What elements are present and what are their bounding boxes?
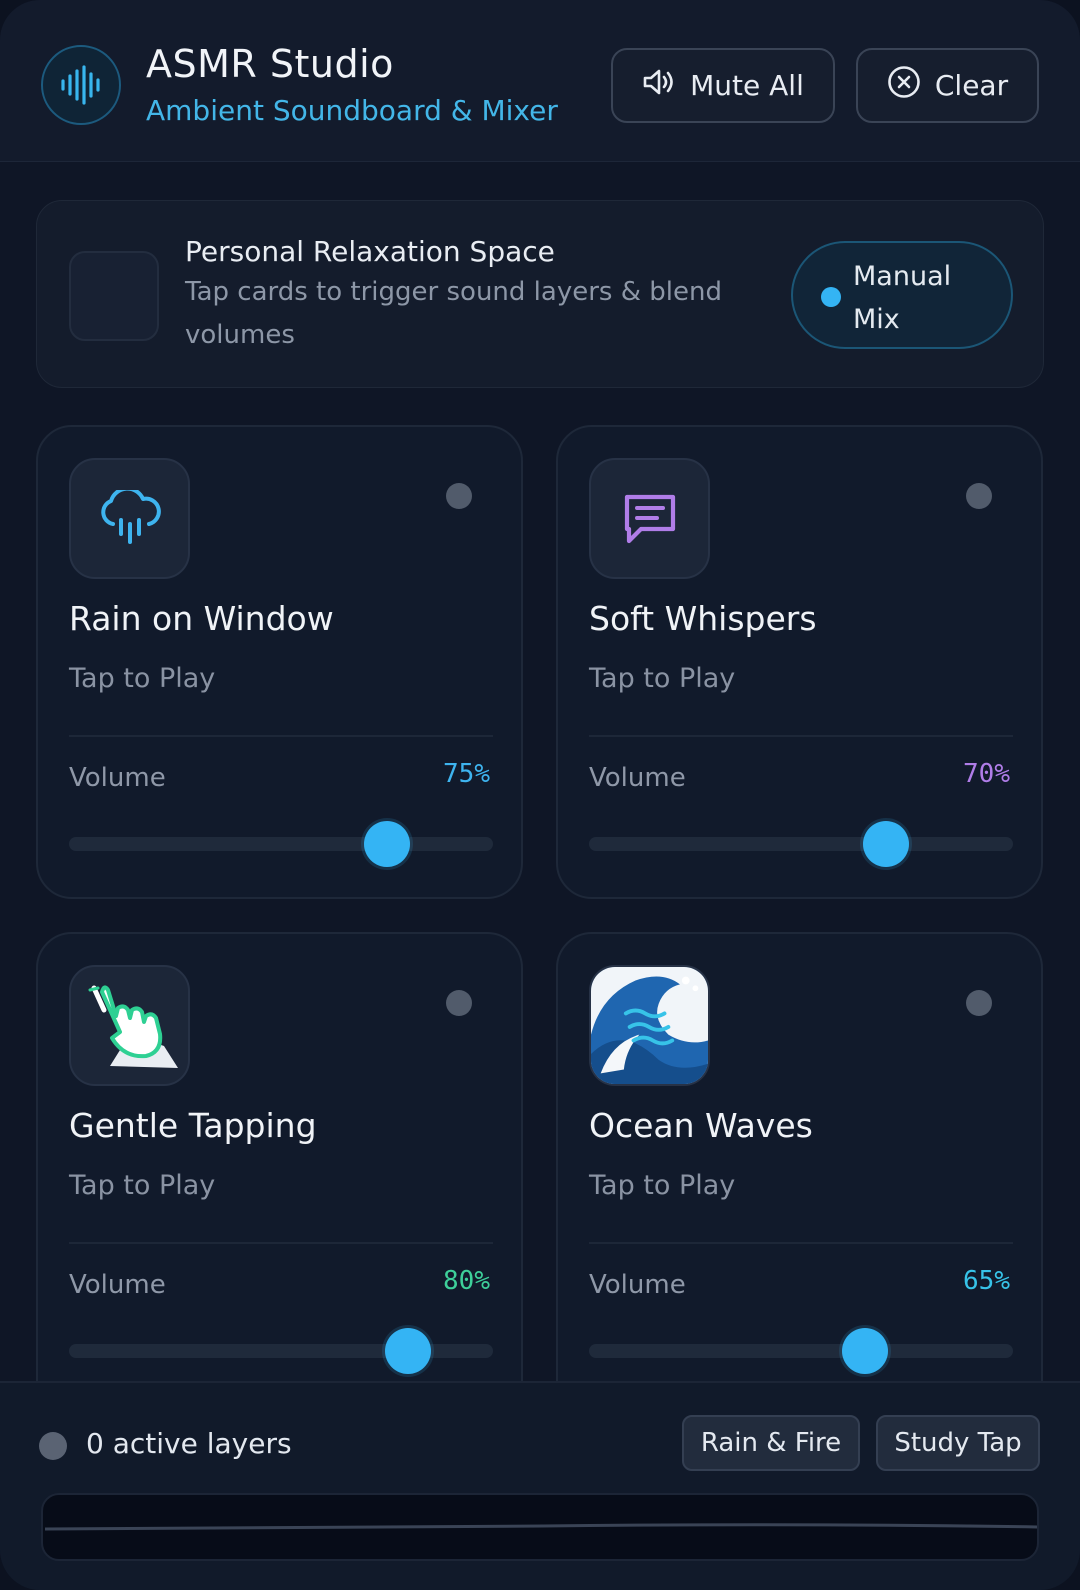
mute-all-label: Mute All (690, 69, 804, 102)
tapping-hand-icon (69, 965, 190, 1086)
volume-slider[interactable] (589, 1328, 1013, 1374)
speaker-icon (642, 67, 676, 104)
volume-label: Volume (69, 763, 166, 793)
sound-wave-icon (41, 45, 121, 125)
clear-button[interactable]: Clear (856, 48, 1039, 123)
sound-card-tapping[interactable]: Gentle Tapping Tap to Play Volume 80% (36, 932, 523, 1452)
volume-slider[interactable] (589, 821, 1013, 867)
status-dot (966, 990, 992, 1016)
volume-slider[interactable] (69, 821, 493, 867)
waveform-line (44, 1523, 1037, 1531)
preset-button-study-tap[interactable]: Study Tap (876, 1415, 1040, 1471)
card-state: Tap to Play (69, 1170, 216, 1201)
volume-label: Volume (589, 763, 686, 793)
app-header: ASMR Studio Ambient Soundboard & Mixer M… (0, 0, 1080, 162)
mixer-footer: 0 active layers Rain & Fire Study Tap (0, 1381, 1080, 1590)
rain-cloud-icon (69, 458, 190, 579)
card-state: Tap to Play (69, 663, 216, 694)
asmr-studio-app: ASMR Studio Ambient Soundboard & Mixer M… (0, 0, 1080, 1590)
ocean-wave-icon (589, 965, 710, 1086)
volume-slider[interactable] (69, 1328, 493, 1374)
waveform-visualizer (41, 1493, 1039, 1561)
card-state: Tap to Play (589, 1170, 736, 1201)
card-state: Tap to Play (589, 663, 736, 694)
preset-button-rain-fire[interactable]: Rain & Fire (682, 1415, 860, 1471)
volume-slider-thumb[interactable] (841, 1328, 888, 1374)
status-dot (446, 990, 472, 1016)
volume-slider-thumb[interactable] (385, 1328, 432, 1374)
mode-toggle[interactable]: Manual Mix (791, 241, 1013, 349)
active-layers-indicator (39, 1432, 67, 1460)
volume-value: 75% (443, 759, 490, 789)
mode-indicator-dot (821, 287, 841, 307)
banner-title: Personal Relaxation Space (185, 235, 555, 268)
active-layers-count: 0 active layers (86, 1427, 292, 1460)
volume-value: 65% (963, 1266, 1010, 1296)
clear-label: Clear (934, 69, 1009, 102)
card-title: Ocean Waves (589, 1106, 813, 1145)
mode-label: Manual Mix (853, 261, 952, 335)
banner-description: Tap cards to trigger sound layers & blen… (185, 277, 722, 350)
sound-card-rain[interactable]: Rain on Window Tap to Play Volume 75% (36, 425, 523, 899)
card-title: Soft Whispers (589, 599, 817, 638)
chat-bubble-icon (589, 458, 710, 579)
volume-label: Volume (589, 1270, 686, 1300)
card-title: Rain on Window (69, 599, 334, 638)
volume-value: 70% (963, 759, 1010, 789)
info-banner: Personal Relaxation Space Tap cards to t… (36, 200, 1044, 388)
status-dot (966, 483, 992, 509)
card-divider (69, 1242, 493, 1244)
card-title: Gentle Tapping (69, 1106, 317, 1145)
sound-card-whispers[interactable]: Soft Whispers Tap to Play Volume 70% (556, 425, 1043, 899)
banner-placeholder-icon (69, 251, 159, 341)
volume-slider-thumb[interactable] (862, 821, 909, 867)
volume-slider-thumb[interactable] (364, 821, 410, 867)
status-dot (446, 483, 472, 509)
app-title: ASMR Studio (146, 42, 394, 86)
mute-all-button[interactable]: Mute All (611, 48, 835, 123)
close-circle-icon (887, 65, 921, 106)
sound-card-ocean[interactable]: Ocean Waves Tap to Play Volume 65% (556, 932, 1043, 1452)
volume-label: Volume (69, 1270, 166, 1300)
volume-value: 80% (443, 1266, 490, 1296)
app-subtitle: Ambient Soundboard & Mixer (146, 94, 558, 127)
card-divider (69, 735, 493, 737)
card-divider (589, 1242, 1013, 1244)
card-divider (589, 735, 1013, 737)
